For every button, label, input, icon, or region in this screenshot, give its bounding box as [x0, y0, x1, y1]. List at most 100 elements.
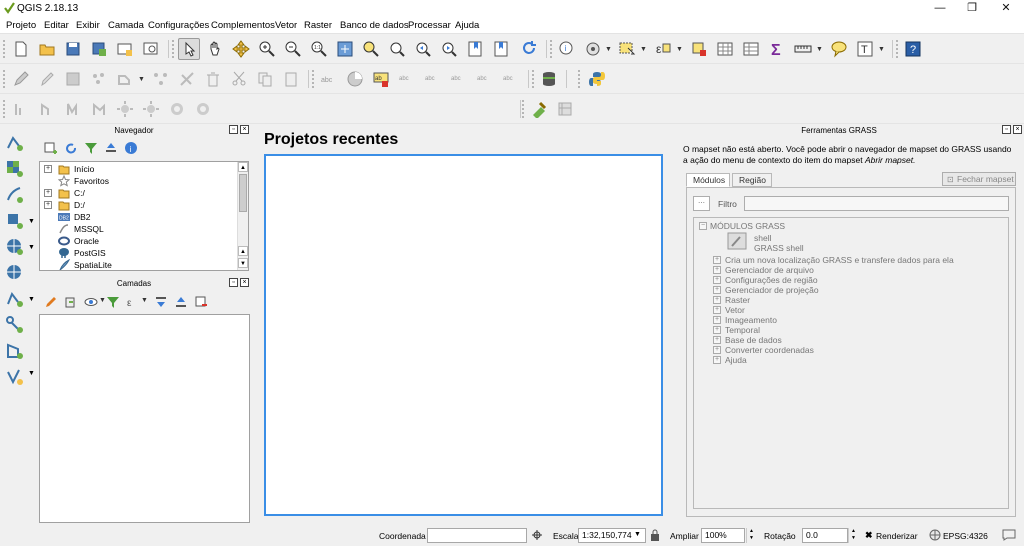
- zoom-to-selection-icon[interactable]: [360, 38, 382, 60]
- show-bookmarks-icon[interactable]: [490, 38, 512, 60]
- chevron-down-icon[interactable]: ▼: [28, 370, 35, 377]
- grass-module-item[interactable]: Cria um nova localização GRASS e transfe…: [725, 255, 954, 265]
- tree-item-spatialite[interactable]: SpatiaLite: [40, 259, 236, 270]
- composer-manager-icon[interactable]: [140, 38, 162, 60]
- pan-hand-icon[interactable]: [204, 38, 226, 60]
- add-raster-layer-icon[interactable]: [4, 158, 26, 180]
- tree-item-postgis[interactable]: PostGIS: [40, 247, 236, 259]
- info-icon[interactable]: i: [123, 140, 139, 156]
- add-group-icon[interactable]: [63, 294, 79, 310]
- filter-input[interactable]: [744, 196, 1009, 211]
- close-button[interactable]: ✕: [990, 0, 1022, 17]
- tree-item-oracle[interactable]: Oracle: [40, 235, 236, 247]
- delete-selected-icon[interactable]: [176, 68, 198, 90]
- browser-tree[interactable]: + Início Favoritos + C:/ + D:/ DB2 DB2 M…: [39, 161, 249, 271]
- expand-icon[interactable]: +: [44, 189, 52, 197]
- deselect-icon[interactable]: [688, 38, 710, 60]
- expand-icon[interactable]: +: [44, 201, 52, 209]
- chevron-down-icon[interactable]: ▼: [605, 46, 612, 53]
- expand-icon[interactable]: +: [713, 256, 721, 264]
- cut-icon[interactable]: [228, 68, 250, 90]
- grass-module-item[interactable]: Imageamento: [725, 315, 777, 325]
- render-checkbox[interactable]: ✖: [865, 530, 873, 541]
- scroll-up-icon[interactable]: ▲: [238, 162, 248, 172]
- toolbar-handle[interactable]: [3, 40, 7, 58]
- add-vector-layer-icon[interactable]: [4, 132, 26, 154]
- coordinate-input[interactable]: [427, 528, 527, 543]
- expand-all-icon[interactable]: [153, 294, 169, 310]
- chevron-down-icon[interactable]: ▼: [634, 531, 641, 538]
- trash-icon[interactable]: [202, 68, 224, 90]
- toolbar-handle[interactable]: [578, 70, 582, 88]
- grass-module-item[interactable]: Vetor: [725, 305, 745, 315]
- tab-regiao[interactable]: Região: [732, 173, 772, 187]
- chevron-down-icon[interactable]: ▼: [816, 46, 823, 53]
- refresh-icon[interactable]: [63, 140, 79, 156]
- close-mapset-button[interactable]: ⊡ Fechar mapset: [942, 172, 1016, 186]
- change-label-icon[interactable]: abc: [500, 68, 522, 90]
- expand-icon[interactable]: +: [713, 356, 721, 364]
- new-project-icon[interactable]: [10, 38, 32, 60]
- rotate-label-icon[interactable]: abc: [474, 68, 496, 90]
- toolbar-handle[interactable]: [3, 100, 7, 118]
- restore-button[interactable]: ❐: [956, 0, 988, 17]
- simplify-icon[interactable]: [62, 98, 84, 120]
- add-delimited-text-icon[interactable]: [4, 184, 26, 206]
- add-spatialite-layer-icon[interactable]: [4, 210, 26, 232]
- messages-icon[interactable]: [1002, 529, 1016, 541]
- close-panel-button[interactable]: ×: [1013, 125, 1022, 134]
- scroll-thumb[interactable]: [239, 174, 247, 212]
- add-selected-layers-icon[interactable]: [43, 140, 59, 156]
- expand-icon[interactable]: +: [713, 326, 721, 334]
- grass-module-item[interactable]: Gerenciador de projeção: [725, 285, 819, 295]
- recent-projects-list[interactable]: [264, 154, 663, 516]
- close-panel-button[interactable]: ×: [240, 278, 249, 287]
- expand-icon[interactable]: +: [713, 336, 721, 344]
- python-console-icon[interactable]: [586, 68, 608, 90]
- delete-part-icon[interactable]: [192, 98, 214, 120]
- toggle-extents-icon[interactable]: [531, 529, 543, 541]
- expand-icon[interactable]: +: [44, 165, 52, 173]
- scroll-down-icon[interactable]: ▼: [238, 258, 248, 268]
- fill-ring-icon[interactable]: [140, 98, 162, 120]
- float-panel-button[interactable]: ▫: [229, 125, 238, 134]
- zoom-native-icon[interactable]: 1:1: [308, 38, 330, 60]
- scroll-up-icon[interactable]: ▲: [238, 246, 248, 256]
- toolbar-handle[interactable]: [896, 40, 900, 58]
- text-annotation-icon[interactable]: T: [854, 38, 876, 60]
- new-temporary-layer-icon[interactable]: [4, 366, 26, 388]
- add-wms-layer-icon[interactable]: [4, 236, 26, 258]
- paste-icon[interactable]: [280, 68, 302, 90]
- zoom-last-icon[interactable]: [412, 38, 434, 60]
- tree-item-mssql[interactable]: MSSQL: [40, 223, 236, 235]
- toggle-editing-icon[interactable]: [36, 68, 58, 90]
- zoom-input[interactable]: 100%: [701, 528, 745, 543]
- expand-icon[interactable]: +: [713, 306, 721, 314]
- grass-region-icon[interactable]: [554, 98, 576, 120]
- select-by-expression-icon[interactable]: ε: [652, 38, 674, 60]
- rotation-spinner[interactable]: ▲ ▼: [848, 528, 858, 543]
- filter-expression-icon[interactable]: ε: [125, 294, 141, 310]
- rotate-feature-icon[interactable]: [36, 98, 58, 120]
- grass-modules-tree[interactable]: − MÓDULOS GRASS shell GRASS shell + Cria…: [693, 217, 1009, 509]
- visibility-eye-icon[interactable]: [83, 294, 99, 310]
- lock-icon[interactable]: [650, 529, 660, 541]
- toolbar-handle[interactable]: [3, 70, 7, 88]
- grass-module-item[interactable]: Temporal: [725, 325, 760, 335]
- menu-complementos[interactable]: Complementos: [211, 20, 275, 31]
- statistics-sum-icon[interactable]: Σ: [766, 38, 788, 60]
- close-panel-button[interactable]: ×: [240, 125, 249, 134]
- show-label-icon[interactable]: abc: [422, 68, 444, 90]
- highlight-label-icon[interactable]: ab: [370, 68, 392, 90]
- grass-module-item[interactable]: Converter coordenadas: [725, 345, 814, 355]
- save-as-icon[interactable]: [88, 38, 110, 60]
- menu-exibir[interactable]: Exibir: [76, 20, 100, 31]
- tab-modulos[interactable]: Módulos: [686, 173, 730, 187]
- tree-item-db2[interactable]: DB2 DB2: [40, 211, 236, 223]
- new-shapefile-icon[interactable]: [4, 314, 26, 336]
- new-bookmark-icon[interactable]: [464, 38, 486, 60]
- filter-icon[interactable]: [83, 140, 99, 156]
- print-composer-icon[interactable]: [114, 38, 136, 60]
- help-icon[interactable]: ?: [902, 38, 924, 60]
- select-features-icon[interactable]: [616, 38, 638, 60]
